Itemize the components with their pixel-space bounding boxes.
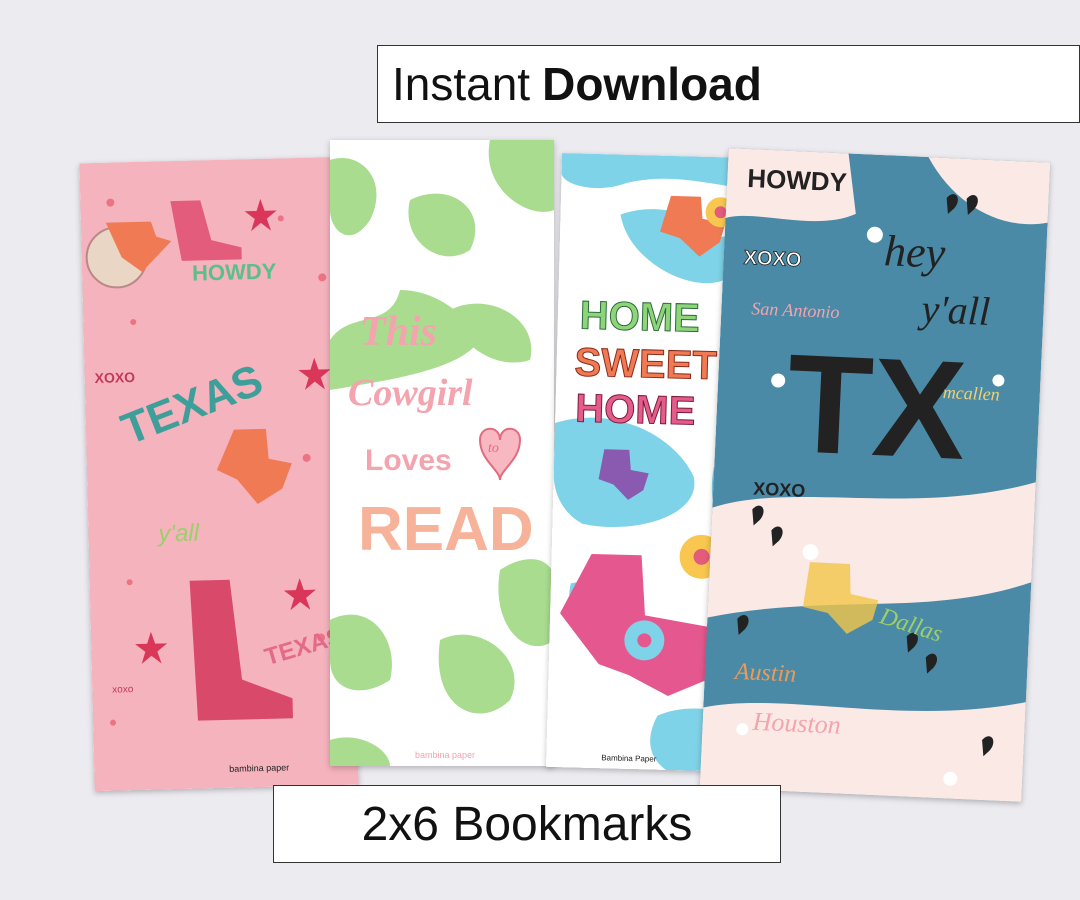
cowgirl-text: Cowgirl — [348, 372, 473, 414]
read-text: READ — [358, 495, 534, 564]
credit-text: bambina paper — [229, 762, 289, 773]
loves-text: Loves — [365, 444, 452, 477]
xoxo-small-text: xoxo — [112, 684, 134, 696]
yall-text: y'all — [156, 519, 200, 547]
hey-text: hey — [883, 226, 947, 278]
houston-text: Houston — [751, 707, 841, 740]
banner-bold-text: Download — [542, 58, 762, 110]
home-top-text: HOME — [579, 294, 700, 341]
bookmarks-size-banner: 2x6 Bookmarks — [273, 785, 781, 863]
instant-download-banner: Instant Download — [377, 45, 1080, 123]
bookmark-texas-pink: HOWDY TEXAS XOXO y'all TEXAS xoxo bambin… — [79, 156, 359, 792]
bookmark-tx-cities: HOWDY XOXO hey y'all San Antonio TX mcal… — [699, 148, 1051, 802]
bookmark-cowgirl-reads: This Cowgirl Loves to READ bambina paper — [330, 140, 554, 766]
credit-text: bambina paper — [415, 750, 475, 760]
mcallen-text: mcallen — [942, 382, 1000, 405]
howdy-text: HOWDY — [192, 259, 277, 286]
austin-text: Austin — [732, 659, 796, 688]
credit-text: Bambina Paper — [601, 753, 657, 763]
tx-text: TX — [784, 324, 970, 489]
xoxo-text: XOXO — [94, 369, 135, 386]
xoxo-text: XOXO — [743, 247, 802, 272]
sweet-text: SWEET — [574, 340, 717, 388]
home-bottom-text: HOME — [575, 386, 696, 433]
yall-text: y'all — [917, 286, 992, 334]
this-text: This — [360, 309, 437, 355]
xoxo-second-text: XOXO — [753, 479, 806, 501]
san-antonio-text: San Antonio — [751, 298, 840, 322]
howdy-text: HOWDY — [747, 163, 848, 197]
banner-regular-text: Instant — [392, 58, 531, 110]
bookmarks-size-text: 2x6 Bookmarks — [361, 797, 693, 851]
to-text: to — [488, 441, 499, 456]
